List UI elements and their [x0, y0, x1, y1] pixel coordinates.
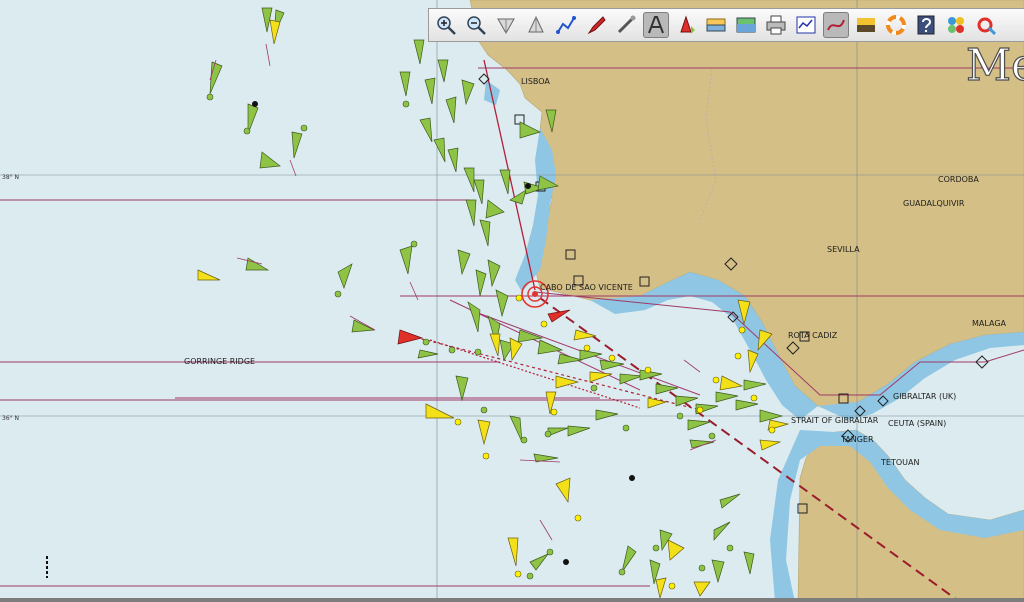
boat-icon	[587, 16, 606, 35]
zoom-out-button[interactable]	[463, 12, 489, 38]
print-button[interactable]	[763, 12, 789, 38]
course-up-button[interactable]	[523, 12, 549, 38]
layers-icon	[706, 18, 726, 32]
zoom-in-icon	[437, 16, 456, 35]
north-up-button[interactable]	[493, 12, 519, 38]
chart-icon	[736, 17, 756, 33]
place-label-sevilla: SEVILLA	[827, 245, 860, 254]
measure-button[interactable]	[613, 12, 639, 38]
color-scheme-icon	[857, 18, 875, 32]
mob-button[interactable]	[883, 12, 909, 38]
print-icon	[766, 15, 786, 35]
text-button[interactable]	[643, 12, 669, 38]
place-label-tanger: TANGER	[840, 435, 874, 444]
place-label-ceuta: CEUTA (SPAIN)	[888, 419, 946, 428]
track-button[interactable]	[823, 12, 849, 38]
track-icon	[827, 19, 845, 31]
dashboard-icon	[796, 16, 816, 34]
ais-icon	[680, 15, 695, 34]
plugins-icon	[948, 17, 964, 33]
place-label-malaga: MALAGA	[972, 319, 1007, 328]
dashboard-button[interactable]	[793, 12, 819, 38]
place-label-cadiz: ROTA CADIZ	[788, 331, 838, 340]
course-up-icon	[528, 15, 544, 33]
layers-button[interactable]	[703, 12, 729, 38]
own-ship-button[interactable]	[583, 12, 609, 38]
place-label-tetouan: TETOUAN	[880, 458, 919, 467]
place-label-cordoba: CORDOBA	[938, 175, 979, 184]
place-label-gibraltar: GIBRALTAR (UK)	[893, 392, 956, 401]
place-label-gorringe: GORRINGE RIDGE	[184, 357, 255, 366]
latitude-label-38: 38° N	[2, 174, 19, 181]
chart-map[interactable]: 38° N 36° N LISBOA CORDOBA GUADALQUIVIR …	[0, 0, 1024, 602]
place-label-guadalquivir: GUADALQUIVIR	[903, 199, 965, 208]
zoom-in-button[interactable]	[433, 12, 459, 38]
main-toolbar	[428, 8, 1024, 42]
help-button[interactable]	[913, 12, 939, 38]
region-title: Me	[966, 40, 1024, 91]
place-label-cabo: CABO DE SAO VICENTE	[540, 283, 633, 292]
ais-button[interactable]	[673, 12, 699, 38]
place-label-lisboa: LISBOA	[521, 77, 550, 86]
route-button[interactable]	[553, 12, 579, 38]
ruler-icon	[617, 15, 636, 34]
alarm-icon	[977, 17, 997, 36]
alarm-button[interactable]	[973, 12, 999, 38]
lifebuoy-icon	[886, 15, 906, 35]
place-label-strait: STRAIT OF GIBRALTAR	[791, 416, 879, 425]
help-icon	[917, 15, 935, 35]
plugins-button[interactable]	[943, 12, 969, 38]
text-icon	[648, 16, 664, 34]
color-scheme-button[interactable]	[853, 12, 879, 38]
chart-button[interactable]	[733, 12, 759, 38]
north-up-icon	[497, 18, 515, 35]
zoom-out-icon	[467, 16, 486, 35]
latitude-label-36: 36° N	[2, 415, 19, 422]
route-icon	[556, 16, 576, 34]
